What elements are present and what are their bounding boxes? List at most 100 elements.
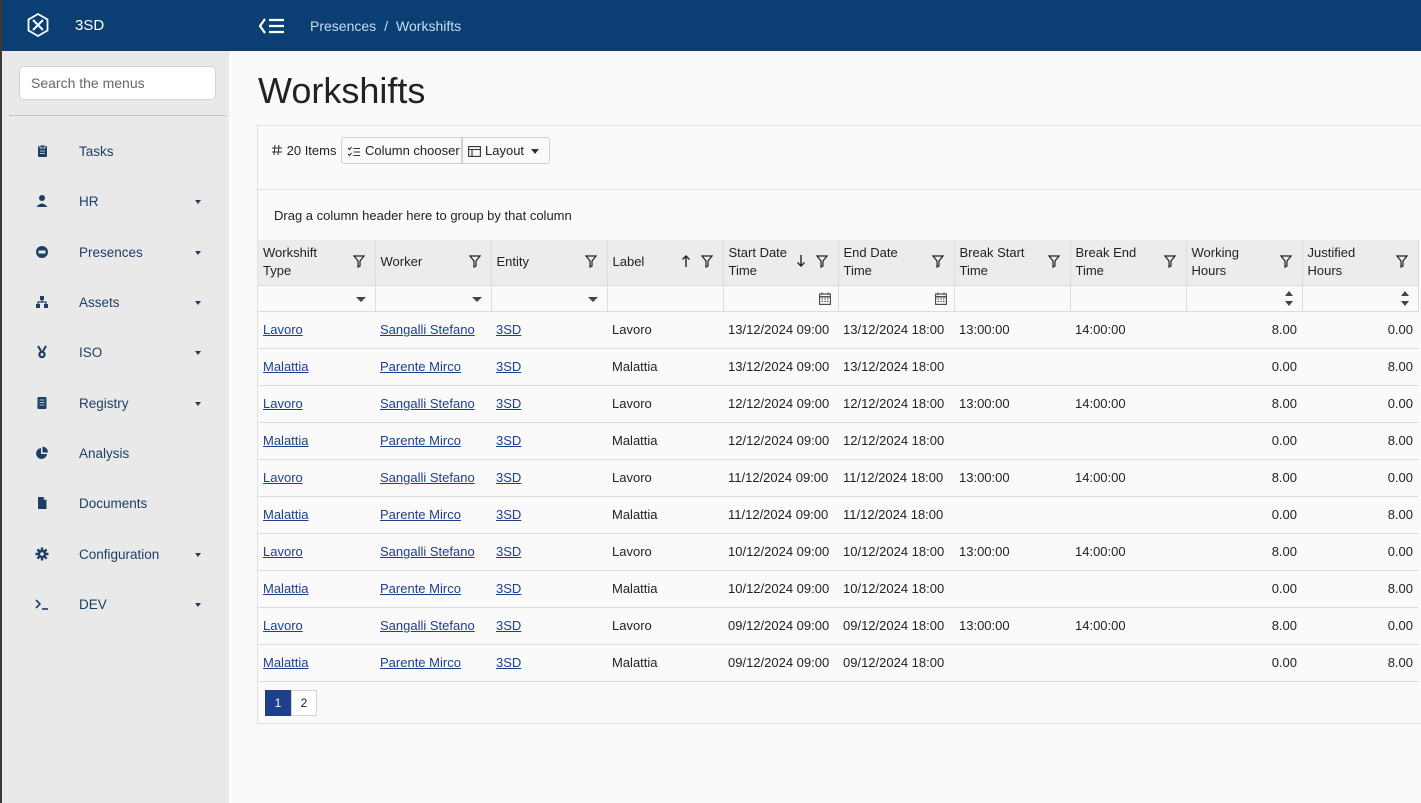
cell-justified-hours[interactable]: 8.00 [1302, 570, 1418, 608]
filter-cell-label[interactable] [607, 285, 724, 312]
column-header-worker[interactable]: Worker [375, 240, 492, 286]
entity-link[interactable]: 3SD [496, 655, 521, 670]
page-button-2[interactable]: 2 [291, 690, 317, 716]
entity-link[interactable]: 3SD [496, 322, 521, 337]
workshift-type-link[interactable]: Malattia [263, 433, 309, 448]
cell-working-hours[interactable]: 0.00 [1186, 644, 1302, 682]
cell-working-hours[interactable]: 0.00 [1186, 422, 1302, 460]
spin-down-icon[interactable] [1284, 300, 1293, 306]
cell-justified-hours[interactable]: 0.00 [1302, 459, 1418, 497]
filter-icon[interactable] [468, 255, 481, 268]
worker-link[interactable]: Sangalli Stefano [380, 322, 475, 337]
cell-justified-hours[interactable]: 8.00 [1302, 496, 1418, 534]
entity-link[interactable]: 3SD [496, 359, 521, 374]
cell-working-hours[interactable]: 8.00 [1186, 533, 1302, 571]
cell-end-date-time[interactable]: 11/12/2024 18:00 [838, 459, 954, 497]
cell-break-end-time[interactable] [1070, 496, 1186, 534]
chevron-down-icon[interactable] [355, 296, 366, 302]
cell-break-end-time[interactable] [1070, 644, 1186, 682]
cell-working-hours[interactable]: 8.00 [1186, 459, 1302, 497]
filter-icon[interactable] [1395, 255, 1408, 268]
worker-link[interactable]: Parente Mirco [380, 359, 461, 374]
filter-icon[interactable] [700, 255, 713, 268]
filter-cell-worker[interactable] [375, 285, 492, 312]
worker-link[interactable]: Sangalli Stefano [380, 396, 475, 411]
workshift-type-link[interactable]: Malattia [263, 507, 309, 522]
column-header-end-date-time[interactable]: End Date Time [838, 240, 955, 286]
cell-end-date-time[interactable]: 12/12/2024 18:00 [838, 422, 954, 460]
table-row[interactable]: Lavoro Sangalli Stefano 3SD Lavoro 11/12/202… [258, 459, 1418, 497]
sidebar-item-assets[interactable]: Assets [9, 283, 226, 323]
filter-cell-justified-hours[interactable] [1302, 285, 1419, 312]
table-row[interactable]: Lavoro Sangalli Stefano 3SD Lavoro 13/12/202… [258, 311, 1418, 349]
workshift-type-link[interactable]: Malattia [263, 581, 309, 596]
filter-cell-end-date-time[interactable] [838, 285, 955, 312]
cell-working-hours[interactable]: 8.00 [1186, 385, 1302, 423]
cell-break-end-time[interactable] [1070, 570, 1186, 608]
cell-end-date-time[interactable]: 13/12/2024 18:00 [838, 348, 954, 386]
sort-ascending-icon[interactable] [681, 254, 691, 268]
sidebar-item-iso[interactable]: ISO [9, 333, 226, 373]
table-row[interactable]: Lavoro Sangalli Stefano 3SD Lavoro 09/12/202… [258, 607, 1418, 645]
cell-start-date-time[interactable]: 12/12/2024 09:00 [723, 385, 838, 423]
column-header-break-start-time[interactable]: Break Start Time [954, 240, 1071, 286]
cell-label[interactable]: Lavoro [607, 533, 723, 571]
cell-label[interactable]: Malattia [607, 570, 723, 608]
spin-up-icon[interactable] [1400, 290, 1409, 296]
cell-end-date-time[interactable]: 11/12/2024 18:00 [838, 496, 954, 534]
cell-end-date-time[interactable]: 10/12/2024 18:00 [838, 533, 954, 571]
workshift-type-link[interactable]: Lavoro [263, 544, 303, 559]
cell-break-end-time[interactable]: 14:00:00 [1070, 533, 1186, 571]
cell-break-start-time[interactable] [954, 496, 1070, 534]
column-header-break-end-time[interactable]: Break End Time [1070, 240, 1187, 286]
column-header-workshift-type[interactable]: Workshift Type [258, 240, 376, 286]
cell-working-hours[interactable]: 0.00 [1186, 348, 1302, 386]
filter-icon[interactable] [352, 255, 365, 268]
cell-label[interactable]: Malattia [607, 644, 723, 682]
cell-label[interactable]: Lavoro [607, 311, 723, 349]
workshift-type-link[interactable]: Lavoro [263, 470, 303, 485]
column-header-label[interactable]: Label [607, 240, 724, 286]
cell-label[interactable]: Malattia [607, 422, 723, 460]
cell-start-date-time[interactable]: 13/12/2024 09:00 [723, 311, 838, 349]
cell-break-end-time[interactable]: 14:00:00 [1070, 607, 1186, 645]
entity-link[interactable]: 3SD [496, 544, 521, 559]
entity-link[interactable]: 3SD [496, 581, 521, 596]
sidebar-item-hr[interactable]: HR [9, 182, 226, 222]
cell-justified-hours[interactable]: 8.00 [1302, 348, 1418, 386]
worker-link[interactable]: Parente Mirco [380, 433, 461, 448]
cell-justified-hours[interactable]: 8.00 [1302, 422, 1418, 460]
cell-break-end-time[interactable]: 14:00:00 [1070, 459, 1186, 497]
cell-label[interactable]: Lavoro [607, 607, 723, 645]
cell-label[interactable]: Lavoro [607, 459, 723, 497]
workshift-type-link[interactable]: Malattia [263, 359, 309, 374]
chevron-down-icon[interactable] [587, 296, 598, 302]
worker-link[interactable]: Sangalli Stefano [380, 618, 475, 633]
filter-icon[interactable] [1279, 255, 1292, 268]
cell-start-date-time[interactable]: 10/12/2024 09:00 [723, 570, 838, 608]
filter-cell-start-date-time[interactable] [723, 285, 839, 312]
page-button-1[interactable]: 1 [265, 690, 291, 716]
cell-break-start-time[interactable]: 13:00:00 [954, 385, 1070, 423]
cell-start-date-time[interactable]: 09/12/2024 09:00 [723, 644, 838, 682]
entity-link[interactable]: 3SD [496, 433, 521, 448]
chevron-down-icon[interactable] [471, 296, 482, 302]
column-header-justified-hours[interactable]: Justified Hours [1302, 240, 1419, 286]
cell-label[interactable]: Malattia [607, 348, 723, 386]
cell-end-date-time[interactable]: 09/12/2024 18:00 [838, 644, 954, 682]
cell-start-date-time[interactable]: 11/12/2024 09:00 [723, 459, 838, 497]
cell-start-date-time[interactable]: 12/12/2024 09:00 [723, 422, 838, 460]
entity-link[interactable]: 3SD [496, 618, 521, 633]
table-row[interactable]: Malattia Parente Mirco 3SD Malattia 11/12/20… [258, 496, 1418, 534]
workshift-type-link[interactable]: Lavoro [263, 322, 303, 337]
cell-break-start-time[interactable]: 13:00:00 [954, 607, 1070, 645]
calendar-icon[interactable] [934, 292, 947, 305]
workshift-type-link[interactable]: Lavoro [263, 396, 303, 411]
cell-justified-hours[interactable]: 0.00 [1302, 311, 1418, 349]
sidebar-item-registry[interactable]: Registry [9, 384, 226, 424]
sidebar-item-presences[interactable]: Presences [9, 233, 226, 273]
app-name[interactable]: 3SD [75, 17, 104, 34]
cell-justified-hours[interactable]: 8.00 [1302, 644, 1418, 682]
worker-link[interactable]: Parente Mirco [380, 507, 461, 522]
sidebar-item-tasks[interactable]: Tasks [9, 132, 226, 172]
